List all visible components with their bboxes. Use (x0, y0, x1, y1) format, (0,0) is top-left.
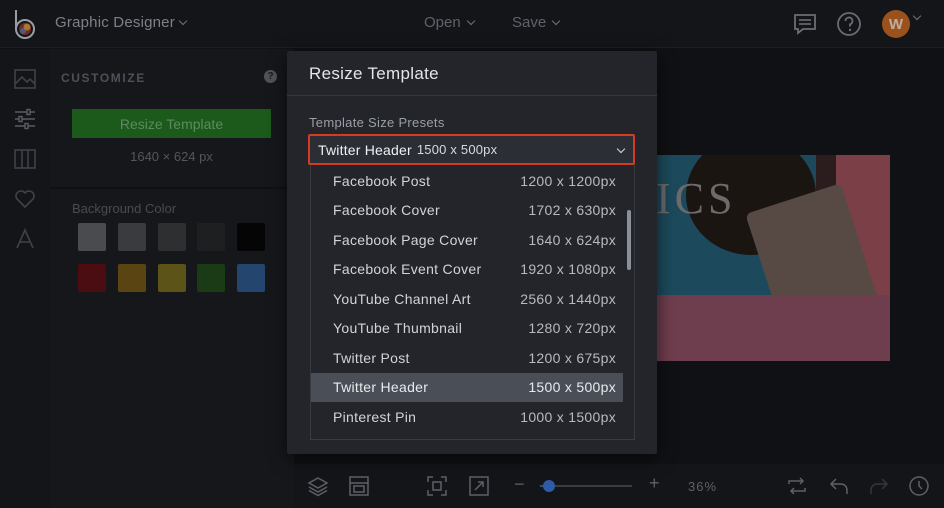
zoom-slider[interactable] (540, 480, 632, 492)
chevron-down-icon (466, 16, 475, 25)
artwork-shirt (656, 295, 890, 361)
preset-option-name: Pinterest Pin (333, 408, 417, 425)
chevron-down-icon (616, 144, 626, 154)
help-icon[interactable]: ? (264, 70, 277, 83)
divider (50, 187, 294, 189)
preset-option[interactable]: Twitter Header 1500 x 500px (311, 372, 623, 402)
color-swatch[interactable] (158, 223, 186, 251)
bottom-toolbar: − + 36% (294, 464, 944, 508)
preset-option-size: 1200 x 1200px (520, 172, 616, 189)
panel-title: CUSTOMIZE (61, 71, 146, 85)
preset-option-size: 1640 x 624px (528, 231, 616, 248)
selected-preset-size: 1500 x 500px (416, 142, 498, 157)
color-swatch[interactable] (78, 223, 106, 251)
zoom-slider-thumb[interactable] (543, 480, 556, 492)
fit-screen-icon[interactable] (426, 475, 448, 497)
preset-option-size: 1200 x 675px (528, 349, 616, 366)
preset-option[interactable]: Facebook Page Cover 1640 x 624px (311, 225, 623, 254)
color-swatch[interactable] (118, 223, 146, 251)
app-title: Graphic Designer (55, 14, 175, 31)
selected-preset-name: Twitter Header (318, 141, 412, 158)
preset-option-name: Facebook Event Cover (333, 261, 482, 277)
chevron-down-icon (178, 16, 188, 25)
preset-option-size: 2560 x 1440px (520, 290, 616, 307)
preset-option-size: 1280 x 720px (528, 320, 616, 336)
app-title-menu[interactable]: Graphic Designer (55, 14, 188, 31)
image-icon[interactable] (13, 67, 37, 91)
preset-option[interactable]: YouTube Channel Art 2560 x 1440px (311, 284, 623, 313)
preset-label: Template Size Presets (309, 115, 445, 130)
preset-option-size: 1000 x 1500px (520, 408, 616, 425)
color-swatch[interactable] (197, 223, 225, 251)
app-logo-icon[interactable] (11, 8, 39, 40)
preset-dropdown-list[interactable]: Pinterest Pin 1000 x 1500px Twitter Header… (310, 165, 635, 440)
template-artwork[interactable]: ICS (656, 155, 890, 361)
preset-option[interactable]: YouTube Thumbnail 1280 x 720px (311, 314, 623, 343)
preset-option[interactable]: Facebook Cover 1702 x 630px (311, 196, 623, 225)
sliders-icon[interactable] (13, 107, 37, 131)
redo-icon[interactable] (868, 475, 890, 497)
preset-option-size: 1920 x 1080px (520, 261, 616, 277)
open-menu-label: Open (424, 14, 461, 31)
resize-template-button[interactable]: Resize Template (72, 109, 271, 138)
layers-icon[interactable] (307, 475, 329, 497)
preset-option[interactable]: Pinterest Pin 1000 x 1500px (311, 402, 623, 431)
preset-option[interactable]: Facebook Event Cover 1920 x 1080px (311, 255, 623, 284)
swap-icon[interactable] (786, 475, 808, 497)
expand-icon[interactable] (468, 475, 490, 497)
color-swatch[interactable] (237, 223, 265, 251)
heart-icon[interactable] (13, 187, 37, 211)
columns-icon[interactable] (13, 147, 37, 171)
preset-option[interactable]: Facebook Post 1200 x 1200px (311, 166, 623, 195)
open-menu[interactable]: Open (424, 14, 475, 31)
undo-icon[interactable] (828, 475, 850, 497)
zoom-out-button[interactable]: − (514, 474, 525, 495)
preset-option-name: Facebook Post (333, 172, 431, 189)
customize-panel: CUSTOMIZE ? Resize Template 1640 × 624 p… (50, 49, 294, 508)
background-color-label: Background Color (72, 201, 177, 216)
color-swatch[interactable] (158, 264, 186, 292)
preset-select[interactable]: Twitter Header 1500 x 500px (308, 134, 635, 165)
color-swatch[interactable] (78, 264, 106, 292)
text-icon[interactable] (13, 227, 37, 251)
preset-option-name: YouTube Thumbnail (333, 320, 463, 336)
preset-option-size: 1702 x 630px (528, 202, 616, 218)
current-size: 1640 × 624 px (130, 149, 213, 164)
zoom-level: 36% (688, 479, 718, 494)
preset-option-size: 1500 x 500px (528, 379, 616, 395)
dropdown-scrollbar[interactable] (627, 210, 631, 270)
preset-option-name: Facebook Cover (333, 202, 440, 218)
save-menu[interactable]: Save (512, 14, 561, 31)
dialog-title: Resize Template (309, 64, 439, 83)
history-icon[interactable] (908, 475, 930, 497)
help-icon[interactable] (836, 11, 862, 37)
user-avatar[interactable]: W (882, 10, 910, 38)
preset-option-name: Facebook Page Cover (333, 231, 479, 248)
color-swatch[interactable] (237, 264, 265, 292)
resize-template-dialog: Resize Template Template Size Presets Tw… (287, 51, 657, 454)
color-swatch[interactable] (197, 264, 225, 292)
chevron-down-icon[interactable] (912, 11, 922, 21)
dialog-header: Resize Template (287, 51, 657, 96)
preset-option-name: Twitter Post (333, 349, 410, 366)
preset-option-name: YouTube Channel Art (333, 290, 471, 307)
preset-option[interactable]: Twitter Post 1200 x 675px (311, 343, 623, 372)
preset-option-name: Twitter Header (333, 379, 429, 395)
tool-rail (0, 49, 50, 508)
artwork-text: ICS (656, 174, 737, 223)
template-icon[interactable] (348, 475, 370, 497)
chat-icon[interactable] (792, 11, 818, 37)
top-bar: Graphic Designer Open Save W (0, 0, 944, 48)
zoom-in-button[interactable]: + (649, 473, 660, 494)
save-menu-label: Save (512, 14, 547, 31)
color-swatch[interactable] (118, 264, 146, 292)
chevron-down-icon (551, 16, 561, 25)
